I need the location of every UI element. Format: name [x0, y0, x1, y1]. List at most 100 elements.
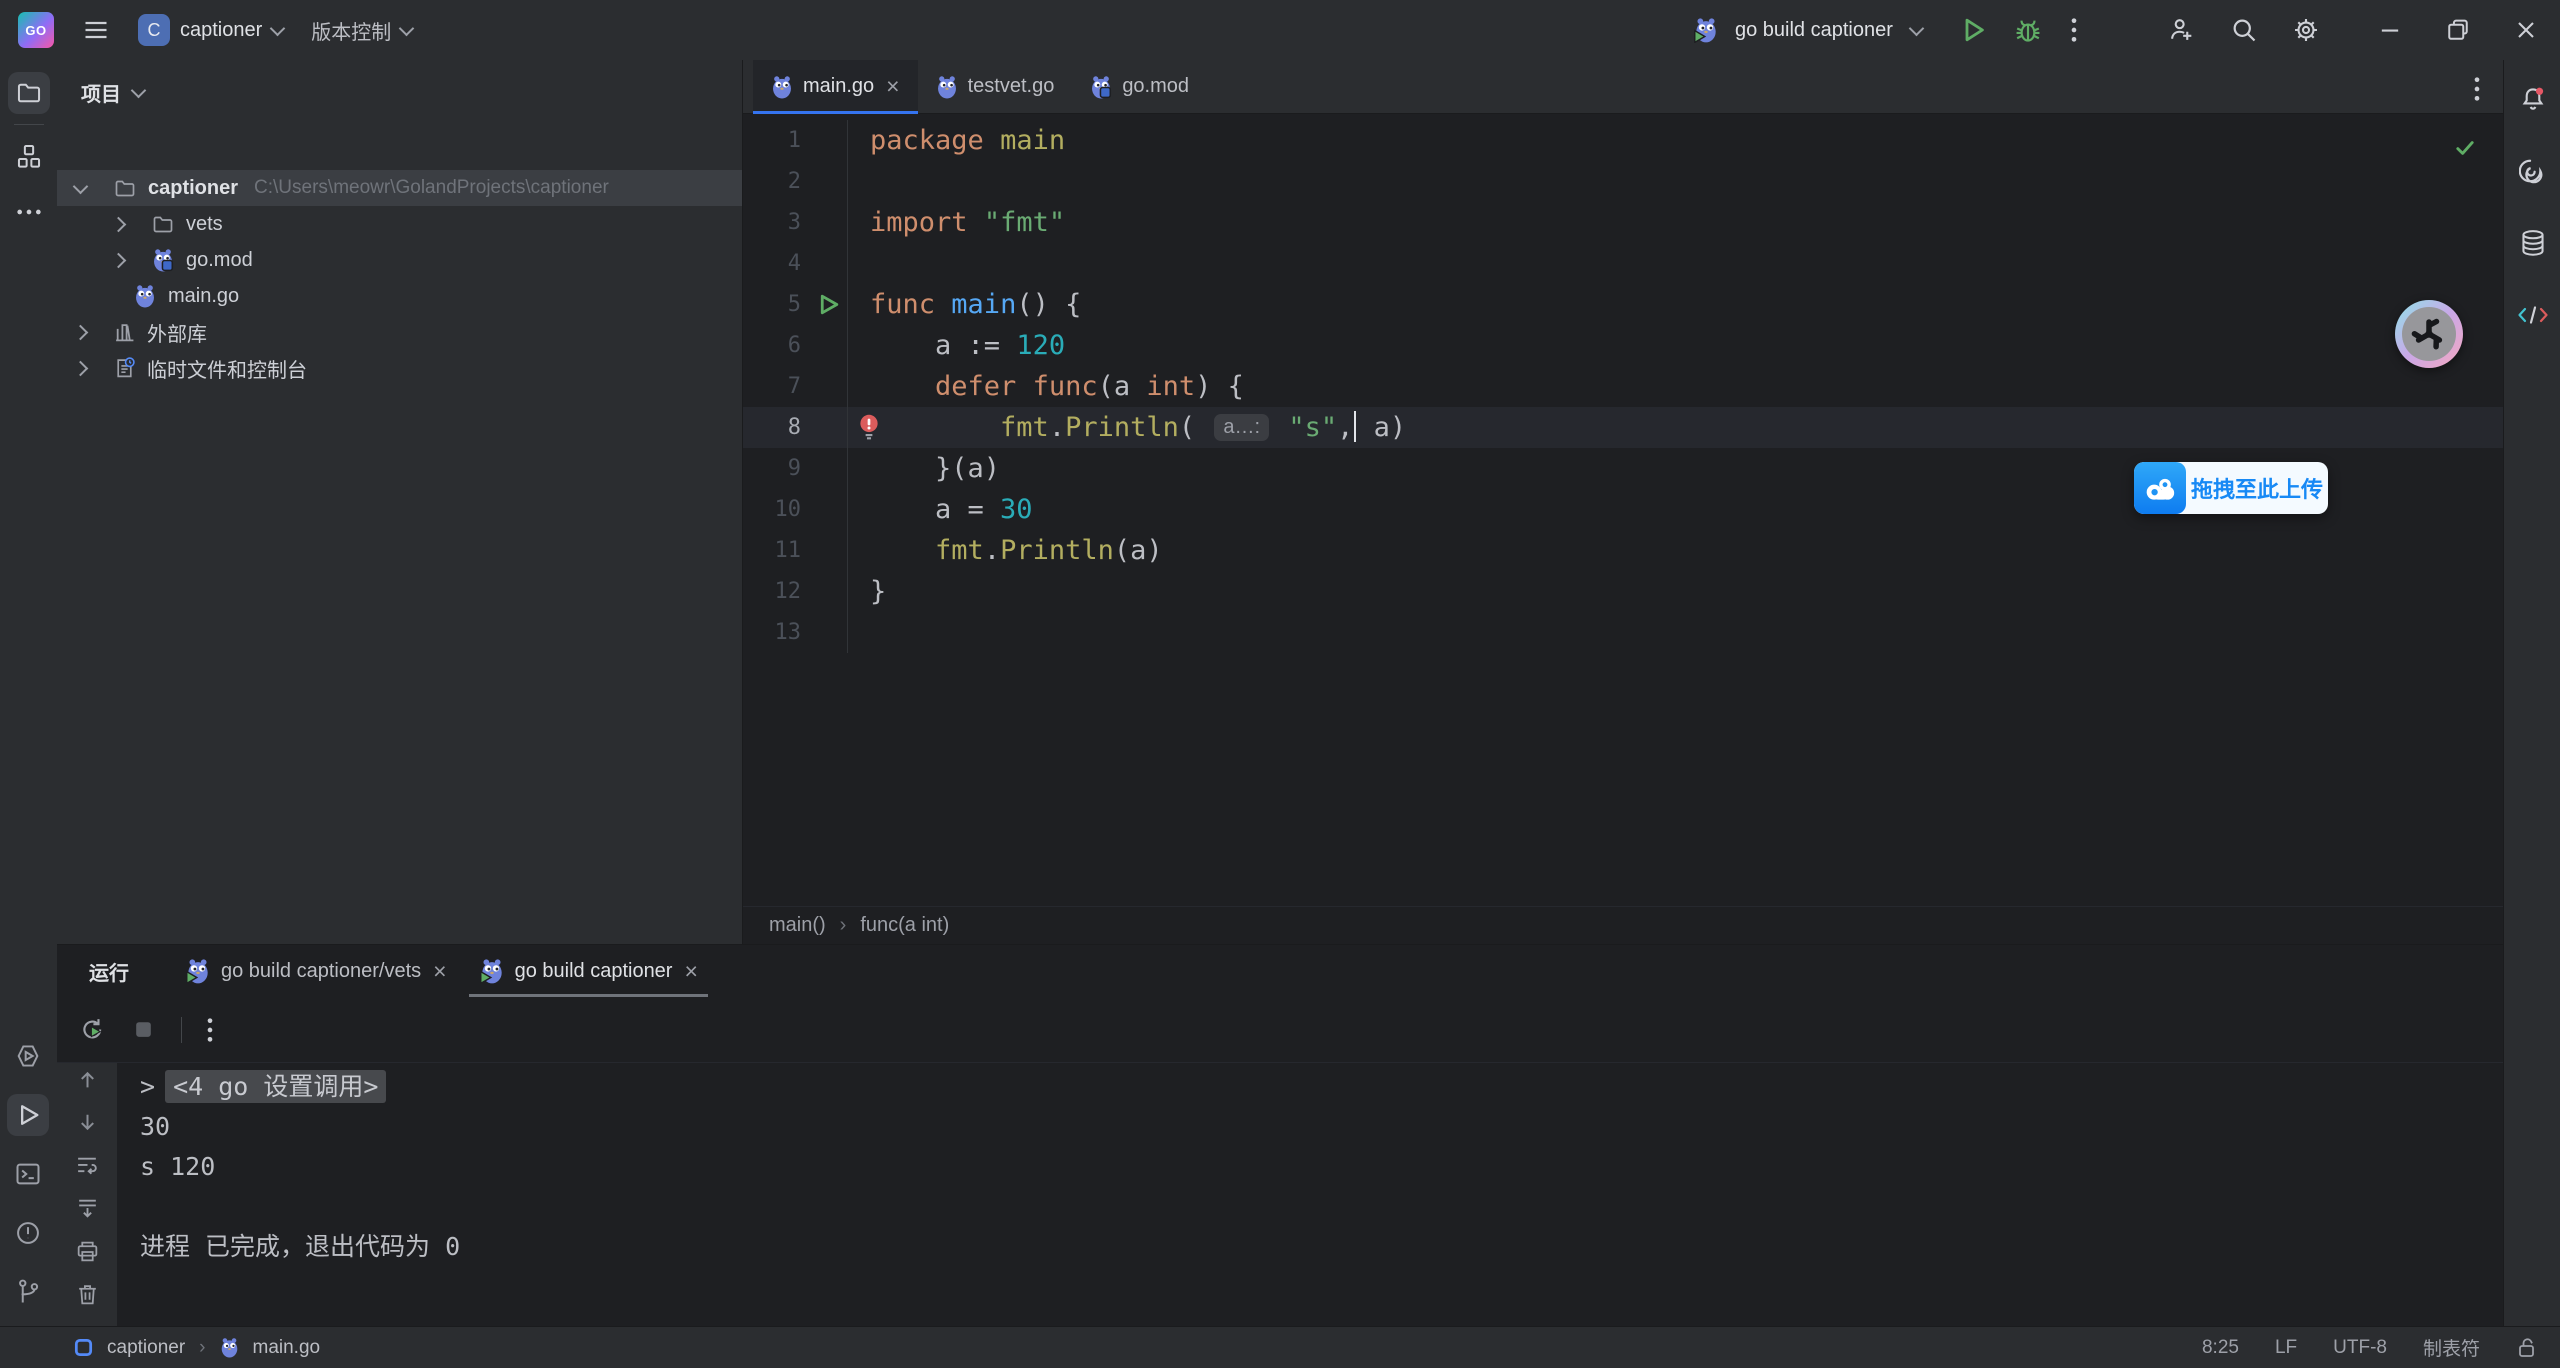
run-tab-go-build-captioner[interactable]: go build captioner× — [463, 945, 714, 997]
code-line-8[interactable]: 8 fmt.Println( a…: "s", a) — [743, 407, 2503, 448]
settings-button[interactable] — [2292, 16, 2320, 44]
encoding-widget[interactable]: UTF-8 — [2333, 1337, 2387, 1359]
breadcrumb-item[interactable]: func(a int) — [860, 914, 949, 937]
close-tab-icon[interactable]: × — [886, 75, 899, 98]
status-file-name[interactable]: main.go — [253, 1337, 321, 1359]
restore-button[interactable] — [2424, 0, 2492, 60]
tree-item-external-libraries[interactable]: 外部库 — [57, 314, 742, 350]
caret-position-widget[interactable]: 8:25 — [2202, 1337, 2239, 1359]
editor-tab-main-go[interactable]: main.go× — [753, 60, 918, 113]
next-occurrence-button[interactable] — [75, 1110, 100, 1135]
indent-widget[interactable]: 制表符 — [2423, 1334, 2480, 1361]
editor-gutter: 1 — [743, 120, 848, 161]
line-ending-widget[interactable]: LF — [2275, 1337, 2297, 1359]
code-line-11[interactable]: 11 fmt.Println(a) — [743, 530, 2503, 571]
add-user-button[interactable] — [2168, 16, 2196, 44]
folder-icon — [114, 178, 136, 199]
print-button[interactable] — [75, 1239, 100, 1264]
chevron-right-icon[interactable] — [111, 252, 127, 268]
unlocked-padlock-icon[interactable] — [2516, 1336, 2538, 1360]
code-text: a := 120 — [870, 325, 1065, 366]
code-line-6[interactable]: 6 a := 120 — [743, 325, 2503, 366]
code-line-1[interactable]: 1package main — [743, 120, 2503, 161]
project-tree: captionerC:\Users\meowr\GolandProjects\c… — [57, 170, 742, 386]
project-panel-header[interactable]: 项目 — [81, 78, 144, 107]
editor-tab-testvet-go[interactable]: testvet.go — [918, 60, 1073, 113]
console-more-kebab-icon[interactable] — [206, 1016, 214, 1044]
run-config-name[interactable]: go build captioner — [1735, 19, 1893, 42]
stop-button[interactable] — [130, 1016, 157, 1043]
rerun-button[interactable] — [79, 1016, 106, 1043]
chevron-down-icon[interactable] — [1909, 20, 1925, 36]
vcs-widget[interactable]: 版本控制 — [311, 16, 412, 45]
floating-assistant-avatar[interactable] — [2395, 300, 2463, 368]
chevron-down-icon — [131, 83, 147, 99]
close-tab-icon[interactable]: × — [433, 960, 446, 983]
more-tools-button[interactable] — [8, 191, 50, 233]
database-tool-button[interactable] — [2512, 222, 2554, 264]
project-tool-button[interactable] — [8, 72, 50, 114]
close-button[interactable] — [2492, 0, 2560, 60]
breadcrumb-item[interactable]: main() — [769, 914, 826, 937]
chevron-down-icon[interactable] — [73, 178, 89, 194]
line-number: 13 — [775, 620, 802, 645]
tree-item-path: C:\Users\meowr\GolandProjects\captioner — [254, 177, 609, 199]
hamburger-menu-icon[interactable] — [82, 16, 110, 44]
minimize-button[interactable] — [2356, 0, 2424, 60]
tree-item-vets[interactable]: vets — [57, 206, 742, 242]
services-tool-button[interactable] — [7, 1035, 49, 1077]
code-text: import "fmt" — [870, 202, 1065, 243]
run-gutter-icon[interactable] — [816, 292, 841, 317]
close-tab-icon[interactable]: × — [684, 960, 697, 983]
upload-drop-button[interactable]: 拖拽至此上传 — [2134, 462, 2328, 514]
version-control-tool-button[interactable] — [7, 1271, 49, 1313]
tree-item-go-mod[interactable]: go.mod — [57, 242, 742, 278]
problems-tool-button[interactable] — [7, 1212, 49, 1254]
status-project-name[interactable]: captioner — [107, 1337, 185, 1359]
intention-bulb-icon[interactable] — [858, 414, 880, 441]
scroll-to-end-button[interactable] — [75, 1196, 100, 1221]
run-tab-label: go build captioner/vets — [221, 960, 421, 983]
console-line — [140, 1187, 460, 1227]
tree-item-scratches[interactable]: 临时文件和控制台 — [57, 350, 742, 386]
folded-command-text[interactable]: <4 go 设置调用> — [165, 1070, 386, 1103]
line-number: 12 — [775, 579, 802, 604]
code-line-2[interactable]: 2 — [743, 161, 2503, 202]
editor-tab-go-mod[interactable]: go.mod — [1072, 60, 1207, 113]
debug-button[interactable] — [2014, 16, 2042, 44]
tab-options-kebab-icon[interactable] — [2473, 75, 2481, 103]
console-output[interactable]: ><4 go 设置调用>30s 120 进程 已完成，退出代码为 0 — [140, 1067, 460, 1267]
editor-gutter: 9 — [743, 448, 848, 489]
commit-tool-button[interactable] — [8, 135, 50, 177]
more-actions-kebab-icon[interactable] — [2070, 16, 2078, 44]
clear-console-button[interactable] — [75, 1282, 100, 1307]
tree-item-captioner[interactable]: captionerC:\Users\meowr\GolandProjects\c… — [57, 170, 742, 206]
run-tab-go-build-captioner-vets[interactable]: go build captioner/vets × — [169, 945, 463, 997]
tree-item-label: go.mod — [186, 249, 253, 272]
code-text: defer func(a int) { — [870, 366, 1244, 407]
run-button[interactable] — [1960, 16, 1988, 44]
prev-occurrence-button[interactable] — [75, 1067, 100, 1092]
chevron-right-icon[interactable] — [111, 216, 127, 232]
soft-wrap-button[interactable] — [75, 1153, 100, 1178]
chevron-right-icon[interactable] — [73, 360, 89, 376]
search-button[interactable] — [2230, 16, 2258, 44]
chevron-right-icon[interactable] — [73, 324, 89, 340]
terminal-tool-button[interactable] — [7, 1153, 49, 1195]
notifications-bell-icon[interactable] — [2512, 78, 2554, 120]
code-line-4[interactable]: 4 — [743, 243, 2503, 284]
code-line-13[interactable]: 13 — [743, 612, 2503, 653]
tree-item-main-go[interactable]: main.go — [57, 278, 742, 314]
code-line-7[interactable]: 7 defer func(a int) { — [743, 366, 2503, 407]
code-line-12[interactable]: 12} — [743, 571, 2503, 612]
editor-gutter: 6 — [743, 325, 848, 366]
folder-icon — [152, 214, 174, 235]
code-line-5[interactable]: 5func main() { — [743, 284, 2503, 325]
endpoints-tool-button[interactable] — [2512, 294, 2554, 336]
run-tool-button[interactable] — [7, 1094, 49, 1136]
project-switcher[interactable]: C captioner — [138, 14, 283, 46]
code-line-3[interactable]: 3import "fmt" — [743, 202, 2503, 243]
line-number: 4 — [788, 251, 801, 276]
run-panel-header: 运行 go build captioner/vets×go build capt… — [57, 945, 2503, 997]
ai-assistant-icon[interactable] — [2512, 150, 2554, 192]
